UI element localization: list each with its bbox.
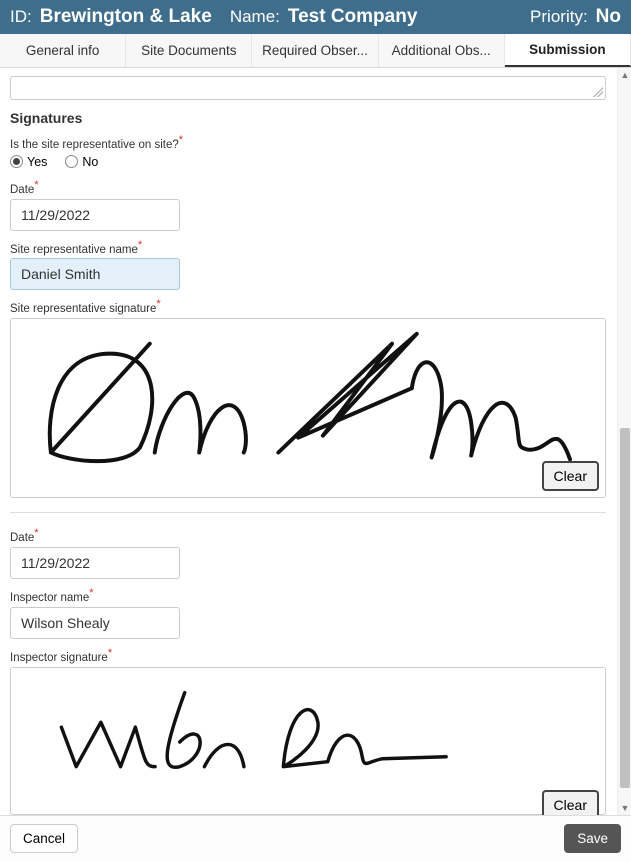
tab-submission[interactable]: Submission bbox=[505, 34, 631, 67]
rep-name-value: Daniel Smith bbox=[21, 266, 100, 282]
tab-site-documents[interactable]: Site Documents bbox=[126, 34, 252, 67]
header-name: Name: Test Company bbox=[230, 6, 418, 28]
radio-no-dot bbox=[65, 155, 78, 168]
content-scroll-area: Signatures Is the site representative on… bbox=[0, 68, 631, 815]
inspector-signature-clear-button[interactable]: Clear bbox=[542, 790, 599, 815]
rep-onsite-radio-group: Yes No bbox=[10, 155, 606, 169]
header-id-value: Brewington & Lake bbox=[40, 6, 212, 28]
scrollbar[interactable]: ▲ ▼ bbox=[617, 68, 631, 815]
date2-input[interactable]: 11/29/2022 bbox=[10, 547, 180, 579]
inspector-name-label: Inspector name* bbox=[10, 587, 606, 604]
required-mark: * bbox=[179, 134, 183, 146]
header-bar: ID: Brewington & Lake Name: Test Company… bbox=[0, 0, 631, 34]
date1-input[interactable]: 11/29/2022 bbox=[10, 199, 180, 231]
cancel-button[interactable]: Cancel bbox=[10, 824, 78, 853]
save-button[interactable]: Save bbox=[564, 824, 621, 853]
inspector-name-value: Wilson Shealy bbox=[21, 615, 110, 631]
header-name-label: Name: bbox=[230, 7, 280, 27]
signatures-title: Signatures bbox=[10, 110, 606, 126]
header-id: ID: Brewington & Lake bbox=[10, 6, 212, 28]
rep-signature-pad[interactable]: Clear bbox=[10, 318, 606, 498]
rep-sig-label: Site representative signature* bbox=[10, 298, 606, 315]
header-priority: Priority: No bbox=[530, 6, 621, 28]
radio-no-label: No bbox=[82, 155, 98, 169]
header-priority-label: Priority: bbox=[530, 7, 588, 27]
date2-value: 11/29/2022 bbox=[21, 555, 90, 571]
date1-value: 11/29/2022 bbox=[21, 207, 90, 223]
content: Signatures Is the site representative on… bbox=[0, 68, 616, 815]
inspector-name-input[interactable]: Wilson Shealy bbox=[10, 607, 180, 639]
rep-name-label: Site representative name* bbox=[10, 239, 606, 256]
header-name-value: Test Company bbox=[288, 6, 418, 28]
radio-no[interactable]: No bbox=[65, 155, 98, 169]
date2-label: Date* bbox=[10, 527, 606, 544]
date1-label: Date* bbox=[10, 179, 606, 196]
tab-general-info[interactable]: General info bbox=[0, 34, 126, 67]
radio-yes-label: Yes bbox=[27, 155, 47, 169]
divider bbox=[10, 512, 606, 513]
radio-yes-dot bbox=[10, 155, 23, 168]
rep-name-input[interactable]: Daniel Smith bbox=[10, 258, 180, 290]
scroll-down-arrow-icon[interactable]: ▼ bbox=[618, 801, 631, 815]
scroll-up-arrow-icon[interactable]: ▲ bbox=[618, 68, 631, 82]
notes-textarea[interactable] bbox=[10, 76, 606, 100]
inspector-signature-stroke bbox=[11, 668, 605, 814]
inspector-signature-pad[interactable]: Clear bbox=[10, 667, 606, 815]
radio-yes[interactable]: Yes bbox=[10, 155, 47, 169]
tab-bar: General info Site Documents Required Obs… bbox=[0, 34, 631, 68]
header-id-label: ID: bbox=[10, 7, 32, 27]
rep-onsite-label: Is the site representative on site?* bbox=[10, 134, 606, 151]
footer-bar: Cancel Save bbox=[0, 815, 631, 861]
inspector-sig-label: Inspector signature* bbox=[10, 647, 606, 664]
tab-required-observations[interactable]: Required Obser... bbox=[252, 34, 378, 67]
rep-onsite-text: Is the site representative on site? bbox=[10, 139, 179, 151]
tab-additional-observations[interactable]: Additional Obs... bbox=[379, 34, 505, 67]
rep-signature-stroke bbox=[11, 319, 605, 497]
rep-signature-clear-button[interactable]: Clear bbox=[542, 461, 599, 491]
scroll-thumb[interactable] bbox=[620, 428, 630, 788]
header-priority-value: No bbox=[596, 6, 621, 28]
